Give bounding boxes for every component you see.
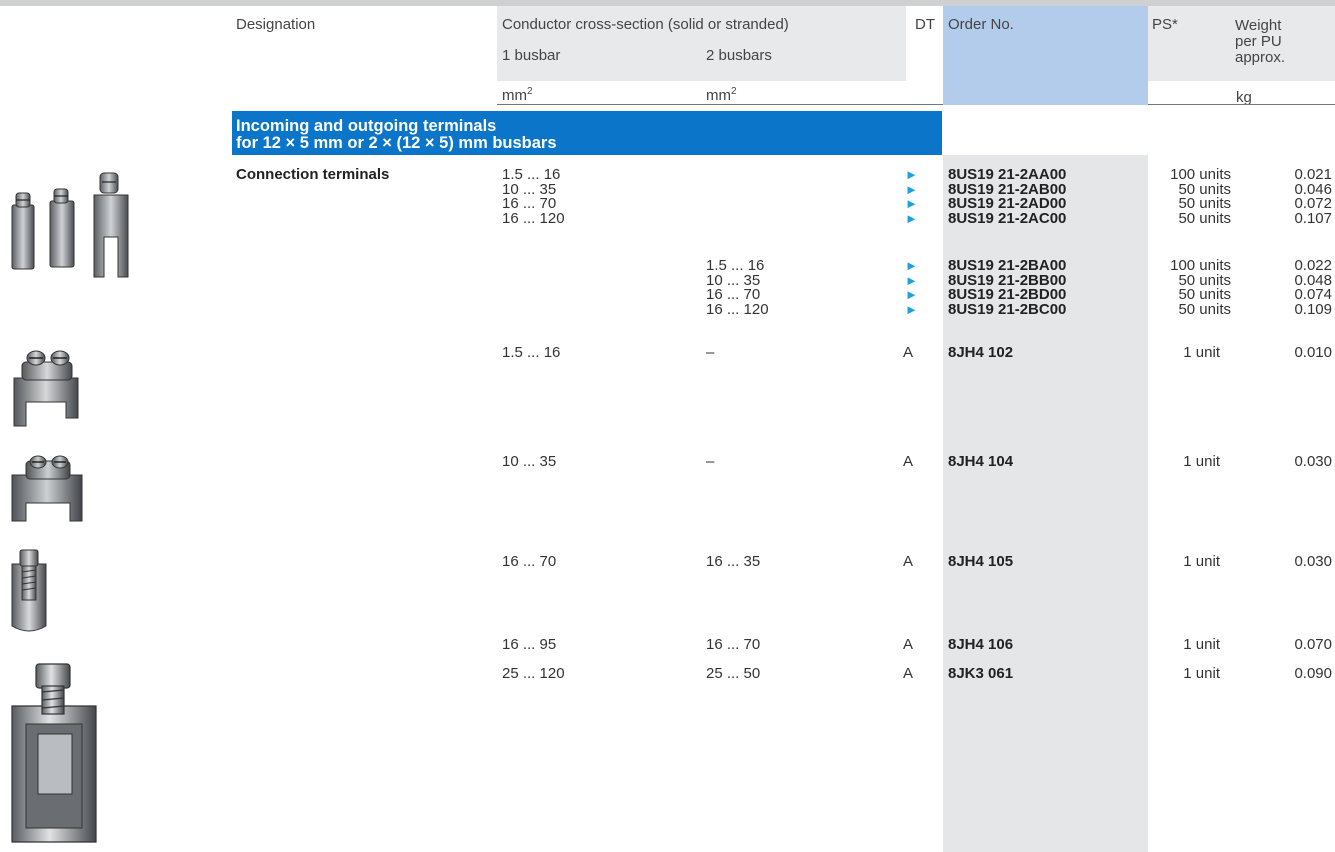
header-designation: Designation [236,16,316,33]
g2-two-busbars: 1.5 ... 16 10 ... 35 16 ... 70 16 ... 12… [706,257,769,318]
header-dt: DT [915,16,935,33]
row-two-busbars: 16 ... 35 [706,553,761,570]
row-dt: A [903,553,914,570]
section-banner: Incoming and outgoing terminals for 12 ×… [232,111,942,155]
table-row: 25 ... 120 25 ... 50 A 8JK3 061 1 unit 0… [0,665,1335,683]
row-dt: A [903,344,914,361]
unit-sup-2: 2 [731,86,737,97]
row-two-busbars: – [706,453,715,470]
row-order: 8JH4 106 [948,636,1014,653]
row-two-busbars: 16 ... 70 [706,636,761,653]
row-order: 8JH4 105 [948,553,1014,570]
row-order: 8JH4 102 [948,344,1014,361]
row-dt: A [903,636,914,653]
header-ps: PS* [1152,16,1178,33]
header-weight-line2: per PU [1235,33,1282,50]
row-order: 8JH4 104 [948,453,1014,470]
header-weight-line1: Weight [1235,17,1282,34]
unit-mm-2: mm [706,87,731,104]
row-ps: 1 unit [1183,453,1220,470]
g1-weight: 0.021 0.046 0.072 0.107 [1294,166,1332,227]
row-one-busbar: 16 ... 70 [502,553,557,570]
header-1-busbar: 1 busbar [502,47,561,64]
g2-arrow-icons: ► ► ► ► [905,258,918,317]
row-weight: 0.070 [1294,636,1332,653]
row-order: 8JK3 061 [948,665,1014,682]
g1-arrow-icons: ► ► ► ► [905,167,918,226]
row-weight: 0.030 [1294,553,1332,570]
unit-rule-left [497,104,943,105]
unit-sup-1: 2 [527,86,533,97]
row-two-busbars: – [706,344,715,361]
section-title-line2: for 12 × 5 mm or 2 × (12 × 5) mm busbars [236,134,557,152]
connection-terminals-image [11,172,129,278]
unit-mm-1: mm [502,87,527,104]
unit-mm2-1: mm2 [502,86,533,105]
row-ps: 1 unit [1183,553,1220,570]
row-ps: 1 unit [1183,636,1220,653]
g1-order: 8US19 21-2AA00 8US19 21-2AB00 8US19 21-2… [948,166,1067,227]
terminal-8jh4-105-image [11,549,47,632]
terminal-8jk3-061-image [11,663,97,843]
row-dt: A [903,665,914,682]
g1-one-busbar: 1.5 ... 16 10 ... 35 16 ... 70 16 ... 12… [502,166,565,227]
row-weight: 0.030 [1294,453,1332,470]
row-weight: 0.010 [1294,344,1332,361]
terminal-8jh4-104-image [11,455,83,522]
table-row: 16 ... 95 16 ... 70 A 8JH4 106 1 unit 0.… [0,636,1335,654]
row-ps: 1 unit [1183,665,1220,682]
header-2-busbars: 2 busbars [706,47,772,64]
table-row: 16 ... 70 16 ... 35 A 8JH4 105 1 unit 0.… [0,553,1335,571]
g2-order: 8US19 21-2BA00 8US19 21-2BB00 8US19 21-2… [948,257,1067,318]
header-weight: Weight per PU approx. [1235,18,1285,66]
row-one-busbar: 16 ... 95 [502,636,557,653]
designation-connection-terminals: Connection terminals [236,166,390,183]
g2-weight: 0.022 0.048 0.074 0.109 [1294,257,1332,318]
terminal-8jh4-102-image [13,350,79,427]
row-ps: 1 unit [1183,344,1220,361]
header-cross-section: Conductor cross-section (solid or strand… [502,16,789,33]
row-one-busbar: 10 ... 35 [502,453,557,470]
table-row: 1.5 ... 16 – A 8JH4 102 1 unit 0.010 [0,344,1335,362]
row-two-busbars: 25 ... 50 [706,665,761,682]
row-dt: A [903,453,914,470]
g2-ps: 100 units 50 units 50 units 50 units [1170,257,1231,318]
header-order-no: Order No. [948,16,1014,33]
row-weight: 0.090 [1294,665,1332,682]
section-title-line1: Incoming and outgoing terminals [236,117,497,135]
row-one-busbar: 1.5 ... 16 [502,344,561,361]
g1-ps: 100 units 50 units 50 units 50 units [1170,166,1231,227]
unit-rule-right [1148,104,1335,105]
row-one-busbar: 25 ... 120 [502,665,565,682]
header-weight-line3: approx. [1235,49,1286,66]
unit-mm2-2: mm2 [706,86,737,105]
table-row: 10 ... 35 – A 8JH4 104 1 unit 0.030 [0,453,1335,471]
